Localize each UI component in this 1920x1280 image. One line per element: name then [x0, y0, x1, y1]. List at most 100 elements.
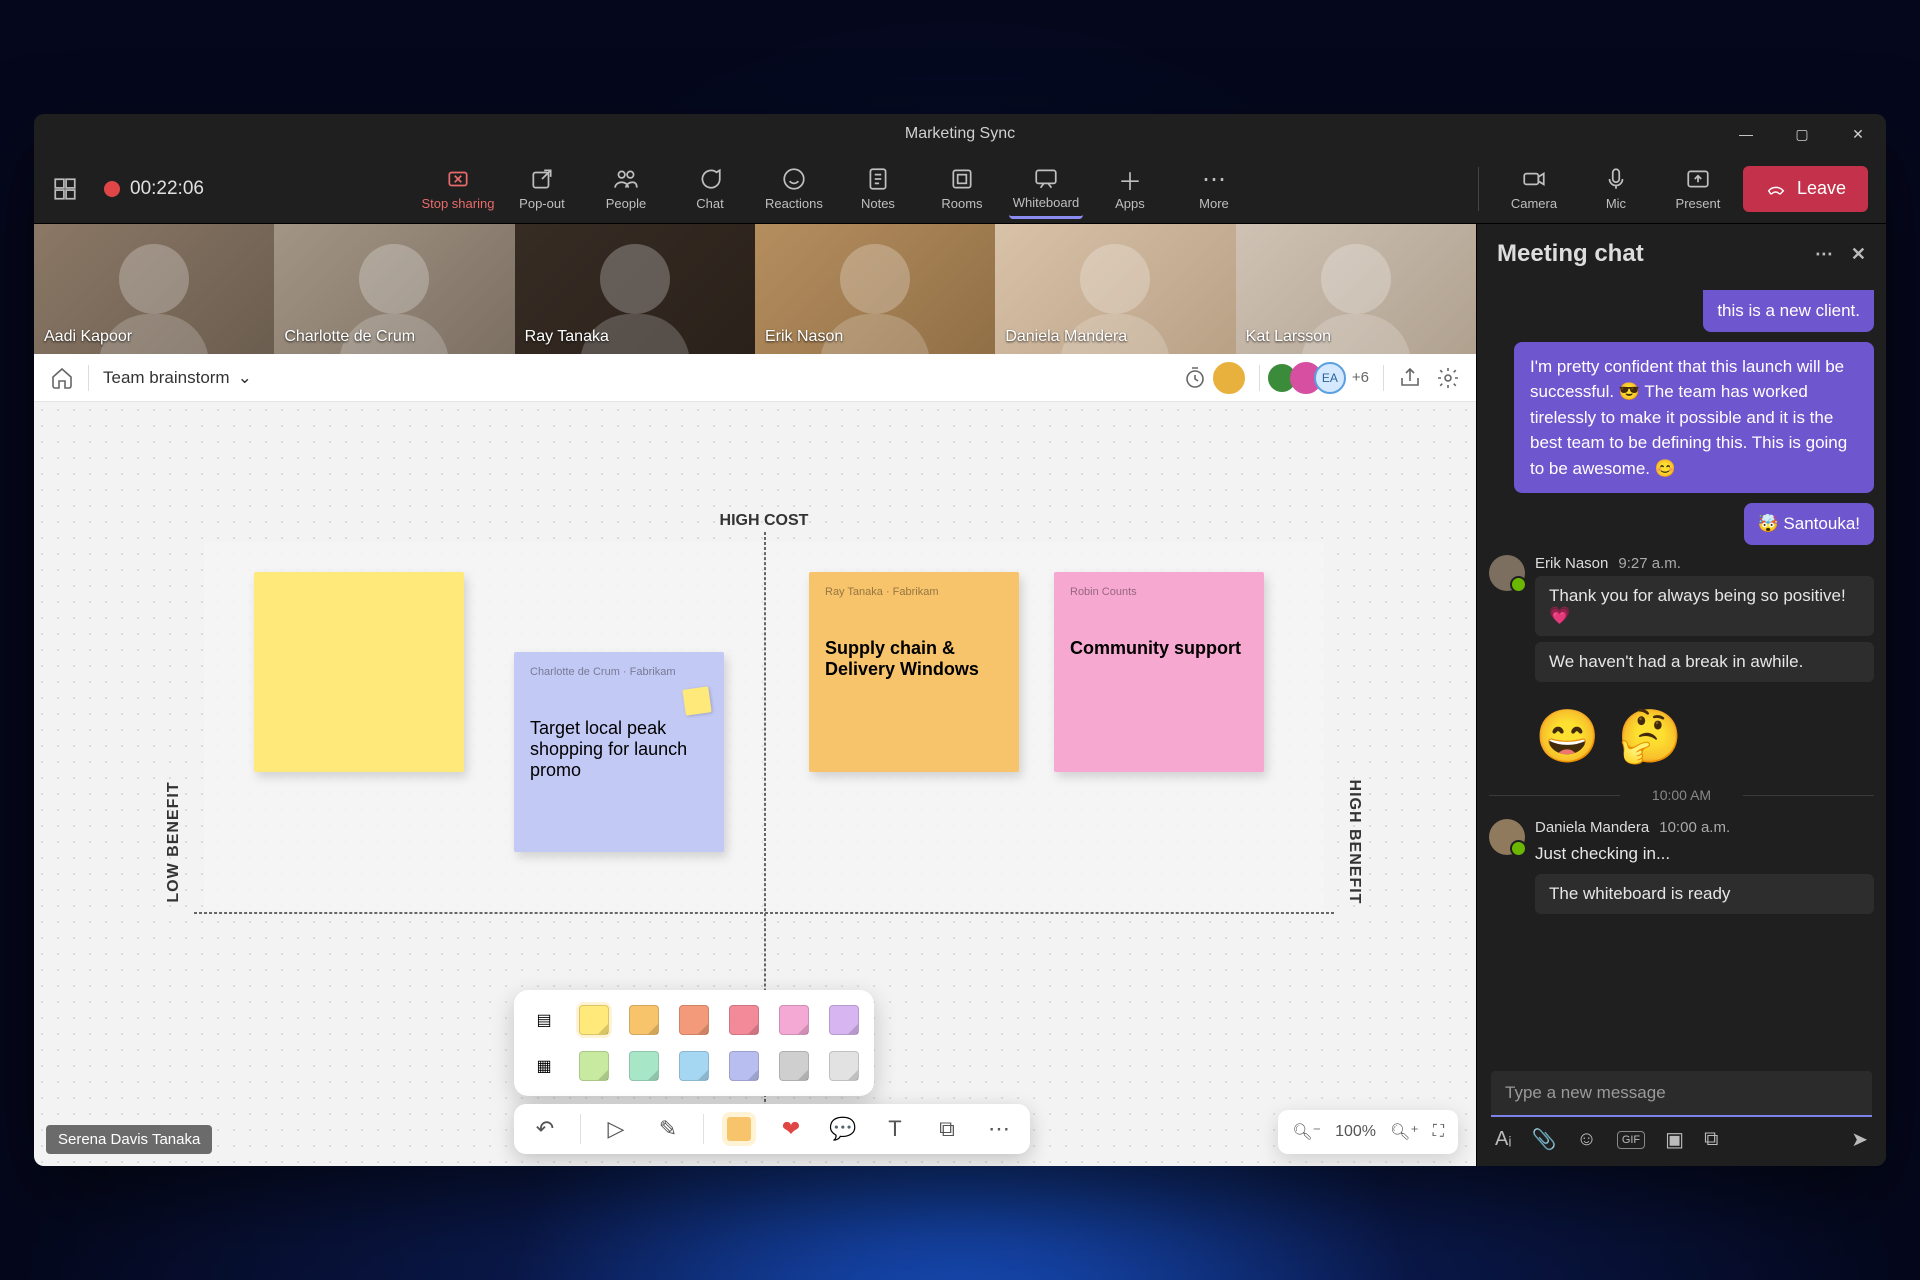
whiteboard-header: Team brainstorm ⌄ EA +6 [34, 354, 1476, 402]
presence-tag: Serena Davis Tanaka [46, 1125, 212, 1154]
sticky-note[interactable]: Ray Tanaka · Fabrikam Supply chain & Del… [809, 572, 1019, 772]
ellipsis-icon: ⋯ [1201, 166, 1227, 192]
palette-color-lime[interactable] [576, 1048, 612, 1084]
zoom-level: 100% [1335, 1123, 1376, 1141]
attach-icon[interactable]: 📎 [1531, 1127, 1556, 1152]
pointer-tool[interactable]: ▷ [599, 1112, 633, 1146]
palette-color-red[interactable] [726, 1002, 762, 1038]
palette-color-orange[interactable] [626, 1002, 662, 1038]
emoji-thinking-icon[interactable]: 🤔 [1618, 706, 1683, 767]
palette-color-purple[interactable] [826, 1002, 862, 1038]
window-title: Marketing Sync [905, 125, 1015, 143]
whiteboard-button[interactable]: Whiteboard [1009, 159, 1083, 219]
collaborator-avatars[interactable]: EA +6 [1274, 362, 1369, 394]
chat-more-icon[interactable]: ⋯ [1815, 244, 1833, 265]
stream-icon[interactable]: ⧉ [1704, 1128, 1718, 1151]
axis-label-top: HIGH COST [720, 512, 809, 530]
chat-message-outgoing[interactable]: I'm pretty confident that this launch wi… [1514, 342, 1874, 494]
collaborator-avatars[interactable] [1221, 362, 1245, 394]
participant-tile[interactable]: Charlotte de Crum [274, 224, 514, 354]
emoji-picker-icon[interactable]: ☺ [1576, 1128, 1596, 1151]
sticky-note[interactable] [254, 572, 464, 772]
palette-color-yellow[interactable] [576, 1002, 612, 1038]
rooms-button[interactable]: Rooms [925, 159, 999, 219]
axis-label-left: LOW BENEFIT [165, 781, 183, 902]
timer-icon[interactable] [1183, 366, 1207, 390]
recording-time: 00:22:06 [130, 178, 204, 200]
sticker-icon[interactable]: ▣ [1665, 1127, 1684, 1152]
sticky-note[interactable]: Charlotte de Crum · Fabrikam Target loca… [514, 652, 724, 852]
record-icon [104, 181, 120, 197]
settings-icon[interactable] [1436, 366, 1460, 390]
zoom-in-button[interactable]: 🔍︎⁺ [1390, 1122, 1419, 1142]
sticky-tool[interactable] [722, 1112, 756, 1146]
participant-tile[interactable]: Erik Nason [755, 224, 995, 354]
participant-tile[interactable]: Daniela Mandera [995, 224, 1235, 354]
whiteboard-title-dropdown[interactable]: Team brainstorm ⌄ [103, 368, 252, 388]
palette-color-gray[interactable] [776, 1048, 812, 1084]
palette-color-lavender[interactable] [726, 1048, 762, 1084]
palette-color-coral[interactable] [676, 1002, 712, 1038]
share-icon[interactable] [1398, 366, 1422, 390]
participant-tile[interactable]: Ray Tanaka [515, 224, 755, 354]
axis-label-right: HIGH BENEFIT [1345, 780, 1363, 905]
palette-note-icon[interactable]: ▤ [526, 1002, 562, 1038]
gif-icon[interactable]: GIF [1617, 1131, 1645, 1149]
comment-tool[interactable]: 💬 [826, 1112, 860, 1146]
chat-button[interactable]: Chat [673, 159, 747, 219]
teams-window: Marketing Sync ― ▢ ✕ 00:22:06 Stop shari… [34, 114, 1886, 1166]
palette-color-silver[interactable] [826, 1048, 862, 1084]
palette-grid-icon[interactable]: ▦ [526, 1048, 562, 1084]
close-button[interactable]: ✕ [1830, 114, 1886, 154]
chat-title: Meeting chat [1497, 240, 1644, 268]
notes-button[interactable]: Notes [841, 159, 915, 219]
stop-sharing-button[interactable]: Stop sharing [421, 159, 495, 219]
hangup-icon [1765, 178, 1787, 200]
emoji-grin-icon[interactable]: 😄 [1535, 706, 1600, 767]
whiteboard-canvas[interactable]: HIGH COST LOW BENEFIT HIGH BENEFIT Charl… [34, 402, 1476, 1166]
maximize-button[interactable]: ▢ [1774, 114, 1830, 154]
pen-tool[interactable]: ✎ [651, 1112, 685, 1146]
camera-button[interactable]: Camera [1497, 159, 1571, 219]
participant-tile[interactable]: Aadi Kapoor [34, 224, 274, 354]
leave-button[interactable]: Leave [1743, 166, 1868, 212]
meeting-chat-panel: Meeting chat ⋯ ✕ this is a new client. I… [1476, 224, 1886, 1166]
home-icon[interactable] [50, 366, 74, 390]
palette-color-mint[interactable] [626, 1048, 662, 1084]
chat-message-incoming[interactable]: Daniela Mandera10:00 a.m. Just checking … [1489, 819, 1874, 920]
emoji-reactions: 😄🤔 [1489, 698, 1874, 771]
gallery-layout-icon[interactable] [52, 176, 78, 202]
present-button[interactable]: Present [1661, 159, 1735, 219]
more-button[interactable]: ⋯More [1177, 159, 1251, 219]
palette-color-sky[interactable] [676, 1048, 712, 1084]
recording-indicator: 00:22:06 [104, 178, 204, 200]
minimize-button[interactable]: ― [1718, 114, 1774, 154]
sticky-color-palette: ▤ ▦ [514, 990, 874, 1096]
send-button[interactable]: ➤ [1851, 1127, 1868, 1152]
text-tool[interactable]: T [878, 1112, 912, 1146]
chat-close-icon[interactable]: ✕ [1851, 244, 1866, 265]
sticky-note[interactable]: Robin Counts Community support [1054, 572, 1264, 772]
titlebar: Marketing Sync ― ▢ ✕ [34, 114, 1886, 154]
participant-tile[interactable]: Kat Larsson [1236, 224, 1476, 354]
chevron-down-icon: ⌄ [238, 368, 252, 388]
fit-screen-button[interactable]: ⛶ [1433, 1123, 1444, 1141]
chat-message-incoming[interactable]: Erik Nason9:27 a.m. Thank you for always… [1489, 555, 1874, 688]
mic-button[interactable]: Mic [1579, 159, 1653, 219]
plus-icon: ＋ [1117, 166, 1143, 192]
apps-button[interactable]: ＋Apps [1093, 159, 1167, 219]
reaction-tool[interactable]: ❤ [774, 1112, 808, 1146]
zoom-controls: 🔍︎⁻ 100% 🔍︎⁺ ⛶ [1278, 1110, 1458, 1154]
message-input[interactable]: Type a new message [1491, 1071, 1872, 1117]
palette-color-pink[interactable] [776, 1002, 812, 1038]
undo-button[interactable]: ↶ [528, 1112, 562, 1146]
popout-button[interactable]: Pop-out [505, 159, 579, 219]
people-button[interactable]: People [589, 159, 663, 219]
chat-message-outgoing[interactable]: this is a new client. [1703, 290, 1874, 332]
more-tools[interactable]: ⋯ [982, 1112, 1016, 1146]
zoom-out-button[interactable]: 🔍︎⁻ [1292, 1122, 1321, 1142]
chat-message-outgoing[interactable]: 🤯 Santouka! [1744, 503, 1874, 545]
format-icon[interactable]: Aᵢ [1495, 1128, 1511, 1151]
shape-tool[interactable]: ⧉ [930, 1112, 964, 1146]
reactions-button[interactable]: Reactions [757, 159, 831, 219]
